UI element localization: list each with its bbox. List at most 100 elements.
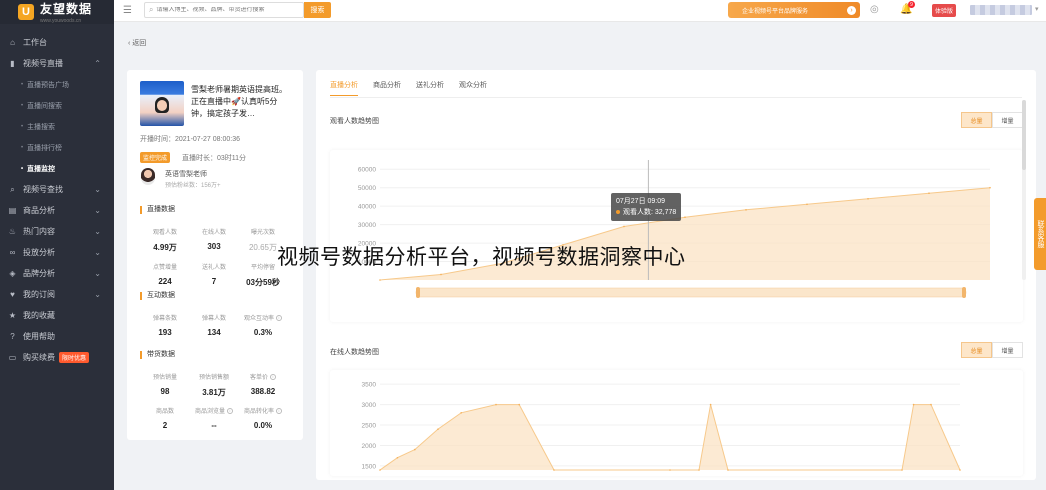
arrow-right-icon: › xyxy=(847,5,856,15)
contact-float-button[interactable]: 联系客服 xyxy=(1034,198,1046,270)
toggle-increment[interactable]: 增量 xyxy=(992,112,1023,128)
info-icon: i xyxy=(270,374,276,381)
brand-sub: www.youwoods.cn xyxy=(40,18,82,24)
sidebar-item-subscribe[interactable]: ♥ 我的订阅 ⌄ xyxy=(0,284,114,305)
chart-tooltip: 07月27日 09:09 观看人数: 32,778 xyxy=(611,193,682,221)
chevron-down-icon: ⌄ xyxy=(94,206,101,215)
online-chart-svg[interactable]: 1500 2000 2500 3000 3500 xyxy=(330,370,1023,476)
tab-live-analysis[interactable]: 直播分析 xyxy=(330,80,358,96)
sidebar-sub-ranking[interactable]: 直播排行榜 xyxy=(0,137,114,158)
live-cover-image[interactable] xyxy=(140,81,184,126)
sidebar: U 友望数据 www.youwoods.cn ⌂工作台 ▮视频号直播⌃ 直播预告… xyxy=(0,0,114,490)
tab-product-analysis[interactable]: 商品分析 xyxy=(373,80,401,96)
data-point xyxy=(379,469,381,471)
edition-badge[interactable]: 体验版 xyxy=(932,4,957,17)
sidebar-item-hot[interactable]: ♨ 热门内容 ⌄ xyxy=(0,221,114,242)
scrollbar[interactable] xyxy=(1022,100,1026,280)
data-point xyxy=(745,209,747,211)
chevron-down-icon: ⌄ xyxy=(94,185,101,194)
chevron-down-icon: ⌄ xyxy=(94,227,101,236)
data-point xyxy=(495,403,497,406)
data-point xyxy=(930,403,932,406)
data-point xyxy=(867,197,869,200)
data-point xyxy=(396,456,399,459)
search-input[interactable] xyxy=(156,7,297,13)
sidebar-sub-anchor-search[interactable]: 主播搜索 xyxy=(0,116,114,137)
live-duration: 直播时长：03时11分 xyxy=(182,155,247,162)
anchor-name[interactable]: 英语雪梨老师 xyxy=(165,169,207,179)
menu-toggle-icon[interactable]: ☰ xyxy=(123,5,132,16)
home-icon: ⌂ xyxy=(10,38,15,47)
notification-count: 9 xyxy=(908,1,915,8)
stat-conversion: 商品转化率 i 0.0% xyxy=(238,406,288,430)
chevron-down-icon: ⌄ xyxy=(94,269,101,278)
viewers-chart-svg[interactable]: 100002000030000400005000060000 xyxy=(330,150,1023,322)
info-icon: i xyxy=(227,408,233,415)
chart-title-viewers: 观看人数趋势图 xyxy=(330,118,379,125)
sidebar-sub-monitor[interactable]: 直播监控 xyxy=(0,158,114,179)
section-live-data: 直播数据 xyxy=(140,206,175,214)
data-point xyxy=(414,448,416,451)
toggle-total[interactable]: 总量 xyxy=(961,112,992,128)
brand-name: 友望数据 xyxy=(40,2,93,16)
y-tick-label: 3500 xyxy=(362,382,377,389)
tag-icon: ◈ xyxy=(9,269,16,278)
stat-product-count: 商品数 2 xyxy=(155,409,174,430)
data-point xyxy=(709,403,712,406)
sidebar-sub-preview[interactable]: 直播预告广场 xyxy=(0,74,114,95)
anchor-avatar[interactable] xyxy=(141,168,155,185)
star-icon: ★ xyxy=(8,311,17,320)
data-point xyxy=(698,469,700,471)
stat-viewers: 观看人数 4.99万 xyxy=(152,230,177,252)
sidebar-item-purchase[interactable]: ▭ 购买续费 限时优惠 xyxy=(0,347,114,368)
chart-icon: ▮ xyxy=(10,59,15,68)
series-area xyxy=(380,404,960,470)
y-tick-label: 40000 xyxy=(358,204,376,211)
cart-icon: ▤ xyxy=(8,206,17,215)
section-interact: 互动数据 xyxy=(140,292,175,300)
stat-online: 在线人数 303 xyxy=(201,230,226,251)
help-icon: ? xyxy=(10,332,15,341)
toggle-total[interactable]: 总量 xyxy=(961,342,992,358)
zoom-handle-left xyxy=(416,287,420,298)
promo-badge: 限时优惠 xyxy=(59,352,90,363)
data-point xyxy=(437,428,439,430)
help-circle-icon[interactable]: ◎ xyxy=(870,4,879,15)
anchor-fans: 预估粉丝数：156万+ xyxy=(165,183,221,189)
online-chart: 1500 2000 2500 3000 3500 xyxy=(330,370,1023,476)
live-title[interactable]: 雪梨老师暑期英语提高班。正在直播中🚀认真听5分钟，搞定孩子发… xyxy=(191,84,291,120)
chevron-down-icon[interactable]: ▾ xyxy=(1035,5,1039,13)
sidebar-item-help[interactable]: ? 使用帮助 xyxy=(0,326,114,347)
data-point xyxy=(727,469,729,471)
data-point xyxy=(989,186,991,189)
data-point xyxy=(440,273,442,276)
start-time: 开播时间：2021-07-27 08:00:36 xyxy=(140,136,240,143)
sidebar-sub-room-search[interactable]: 直播间搜索 xyxy=(0,95,114,116)
sidebar-item-workbench[interactable]: ⌂ 工作台 xyxy=(0,32,114,53)
info-icon: i xyxy=(276,315,282,322)
data-point xyxy=(928,192,930,195)
sidebar-item-favorites[interactable]: ★ 我的收藏 xyxy=(0,305,114,326)
sidebar-item-ads[interactable]: ∞ 投放分析 ⌄ xyxy=(0,242,114,263)
series-dot-icon xyxy=(616,210,620,215)
zoom-handle-right xyxy=(962,287,966,298)
toggle-increment[interactable]: 增量 xyxy=(992,342,1023,358)
back-link[interactable]: ‹ 返回 xyxy=(114,22,1046,64)
watermark-text: 视频号数据分析平台，视频号数据洞察中心 xyxy=(277,245,686,269)
search-button[interactable]: 搜索 xyxy=(304,2,331,18)
data-point xyxy=(460,411,462,414)
top-header: ☰ ⌕ 搜索 企业视频号平台品牌服务› ◎ 🔔 9 体验版 ▾ xyxy=(114,0,1046,22)
stat-sales-amount: 预估销售额 3.81万 xyxy=(198,375,229,397)
stat-danmu-users: 弹幕人数 134 xyxy=(201,316,226,337)
tab-audience-analysis[interactable]: 观众分析 xyxy=(459,80,487,96)
y-tick-label: 2000 xyxy=(362,443,377,450)
sidebar-item-product[interactable]: ▤ 商品分析 ⌄ xyxy=(0,200,114,221)
sidebar-item-live[interactable]: ▮ 视频号直播 ⌃ xyxy=(0,53,114,74)
tab-gift-analysis[interactable]: 送礼分析 xyxy=(416,80,444,96)
sidebar-item-find[interactable]: ⌕ 视频号查找 ⌄ xyxy=(0,179,114,200)
logo[interactable]: U 友望数据 www.youwoods.cn xyxy=(0,0,114,24)
promo-banner[interactable]: 企业视频号平台品牌服务 › xyxy=(728,2,860,18)
user-account[interactable] xyxy=(970,5,1032,15)
zoom-slider xyxy=(415,287,967,298)
sidebar-item-brand[interactable]: ◈ 品牌分析 ⌄ xyxy=(0,263,114,284)
